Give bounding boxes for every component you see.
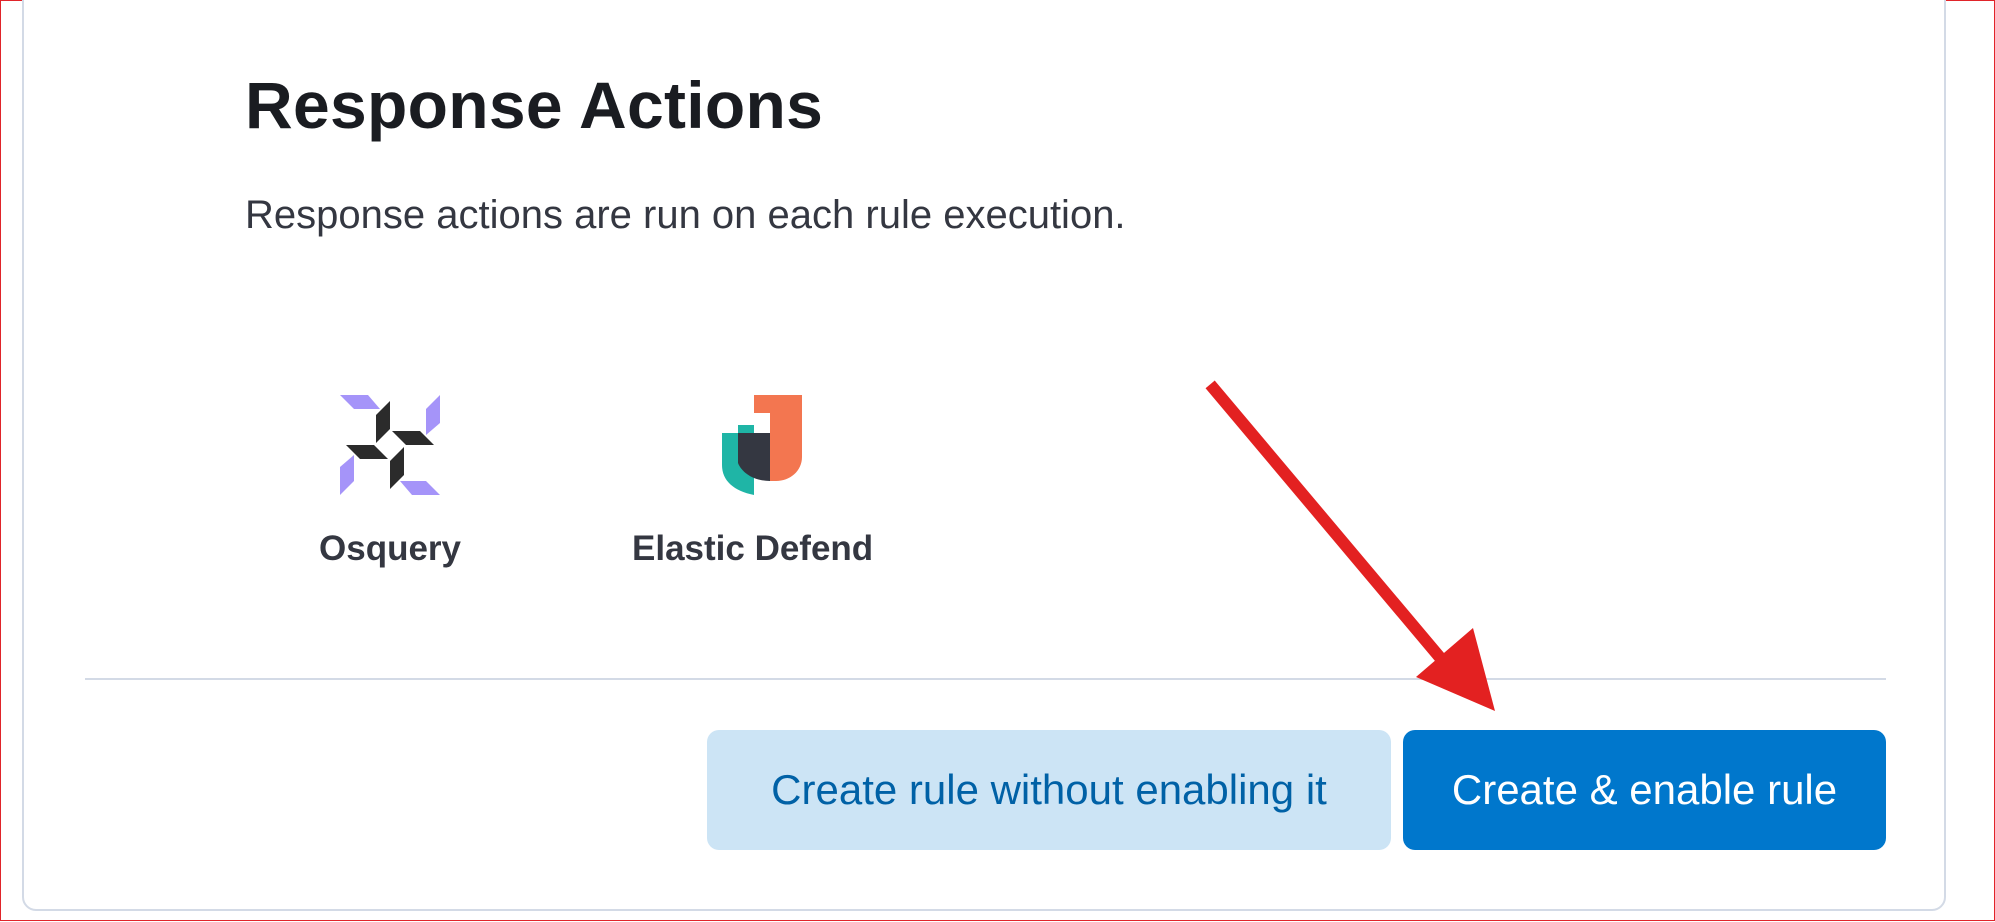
section-description: Response actions are run on each rule ex… [245,193,1126,237]
screenshot-frame: Response Actions Response actions are ru… [0,0,1995,921]
section-title: Response Actions [245,68,824,142]
create-rule-without-enabling-button[interactable]: Create rule without enabling it [707,730,1391,850]
osquery-logo-icon [270,395,510,495]
elastic-defend-label: Elastic Defend [632,529,874,568]
footer-divider [85,678,1886,680]
action-type-elastic-defend[interactable]: Elastic Defend [632,395,874,595]
create-and-enable-rule-button[interactable]: Create & enable rule [1403,730,1886,850]
action-type-osquery[interactable]: Osquery [270,395,510,595]
elastic-defend-logo-icon [632,395,872,495]
osquery-label: Osquery [319,529,461,568]
